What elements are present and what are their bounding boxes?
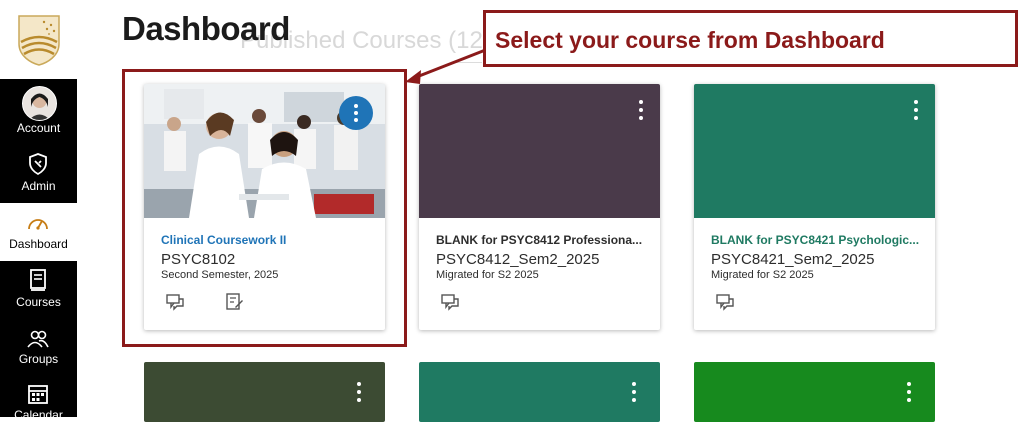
nav-calendar-label: Calendar <box>14 408 63 422</box>
course-title-link[interactable]: BLANK for PSYC8421 Psychologic... <box>711 233 925 247</box>
courses-icon <box>30 269 46 291</box>
nav-admin[interactable]: Admin <box>0 143 77 201</box>
discussions-icon[interactable] <box>715 293 735 311</box>
course-card-header[interactable] <box>419 84 660 218</box>
nav-calendar[interactable]: Calendar <box>0 378 77 436</box>
course-card[interactable] <box>419 362 660 422</box>
avatar <box>22 86 57 121</box>
calendar-icon <box>28 385 48 404</box>
course-term: Migrated for S2 2025 <box>711 269 814 281</box>
card-options-button[interactable] <box>911 100 921 124</box>
heading-divider <box>452 62 482 63</box>
dashboard-icon <box>28 219 48 230</box>
university-logo[interactable] <box>17 14 61 66</box>
highlight-box <box>122 69 407 347</box>
nav-courses[interactable]: Courses <box>0 263 77 321</box>
nav-groups[interactable]: Groups <box>0 322 77 380</box>
course-code: PSYC8412_Sem2_2025 <box>436 251 600 268</box>
card-options-button[interactable] <box>636 100 646 124</box>
global-nav-sidebar: Account Admin Dashboard Courses Groups C… <box>0 0 77 422</box>
card-options-button[interactable] <box>629 382 639 406</box>
course-code: PSYC8421_Sem2_2025 <box>711 251 875 268</box>
course-card[interactable]: BLANK for PSYC8421 Psychologic... PSYC84… <box>694 84 935 330</box>
course-card[interactable] <box>694 362 935 422</box>
callout-text: Select your course from Dashboard <box>495 27 885 53</box>
nav-account-label: Account <box>16 121 61 135</box>
course-term: Migrated for S2 2025 <box>436 269 539 281</box>
course-card[interactable]: BLANK for PSYC8412 Professiona... PSYC84… <box>419 84 660 330</box>
callout-box: Select your course from Dashboard <box>483 10 1018 67</box>
logo-area <box>0 0 77 79</box>
nav-dashboard-label: Dashboard <box>9 237 68 251</box>
shield-icon <box>29 153 47 176</box>
groups-icon <box>27 330 49 348</box>
nav-groups-label: Groups <box>18 352 59 366</box>
page-title: Dashboard <box>122 10 290 47</box>
course-card-header[interactable] <box>694 84 935 218</box>
nav-dashboard[interactable]: Dashboard <box>0 203 77 261</box>
nav-account[interactable]: Account <box>0 79 77 139</box>
card-options-button[interactable] <box>354 382 364 406</box>
discussions-icon[interactable] <box>440 293 460 311</box>
course-card[interactable] <box>144 362 385 422</box>
nav-admin-label: Admin <box>21 179 56 193</box>
nav-courses-label: Courses <box>16 295 61 309</box>
card-options-button[interactable] <box>904 382 914 406</box>
course-title-link[interactable]: BLANK for PSYC8412 Professiona... <box>436 233 650 247</box>
